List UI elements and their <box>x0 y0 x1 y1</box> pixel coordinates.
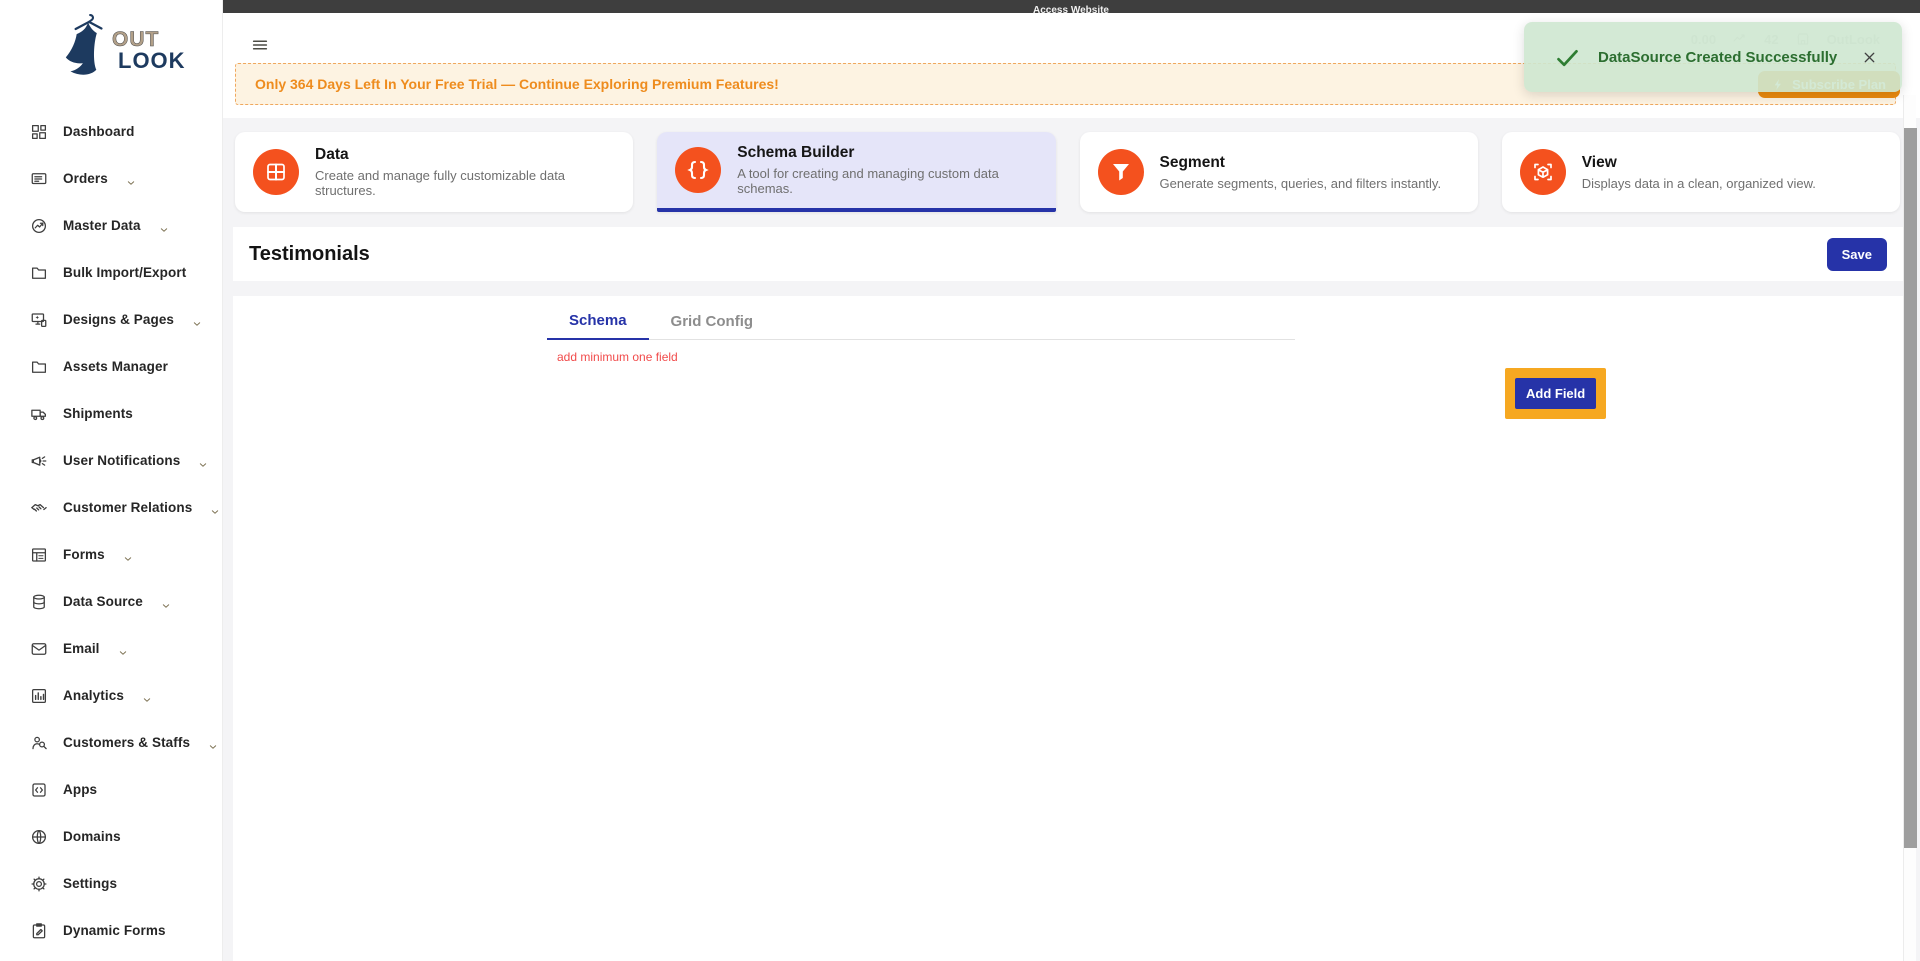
shipments-icon <box>30 405 48 423</box>
access-website-bar: Access Website <box>222 0 1920 13</box>
sidebar-item-apps[interactable]: Apps <box>0 766 222 813</box>
sidebar-item-customers-staffs[interactable]: Customers & Staffs <box>0 719 222 766</box>
tab-bar: Schema Grid Config <box>547 304 1295 340</box>
dynamic-forms-icon <box>30 922 48 940</box>
sidebar-item-data-source[interactable]: Data Source <box>0 578 222 625</box>
settings-icon <box>30 875 48 893</box>
feature-card-segment[interactable]: Segment Generate segments, queries, and … <box>1080 132 1478 212</box>
sidebar-item-dashboard[interactable]: Dashboard <box>0 108 222 155</box>
customer-relations-icon <box>30 499 48 517</box>
sidebar-item-bulk-import-export[interactable]: Bulk Import/Export <box>0 249 222 296</box>
folder-icon <box>30 264 48 282</box>
dashboard-icon <box>30 123 48 141</box>
chevron-down-icon <box>192 316 202 326</box>
add-field-button[interactable]: Add Field <box>1515 378 1596 409</box>
analytics-icon <box>30 687 48 705</box>
scrollbar-track <box>1903 95 1916 961</box>
main-area: Access Website 0.00 42 OutLook Only 364 … <box>222 0 1920 961</box>
brand-logo[interactable]: OUT LOOK <box>0 0 222 108</box>
sidebar-item-dynamic-forms[interactable]: Dynamic Forms <box>0 907 222 954</box>
feature-card-data[interactable]: Data Create and manage fully customizabl… <box>235 132 633 212</box>
user-notifications-icon <box>30 452 48 470</box>
feature-card-view[interactable]: View Displays data in a clean, organized… <box>1502 132 1900 212</box>
chevron-down-icon <box>210 504 220 514</box>
close-icon[interactable] <box>1861 49 1878 66</box>
menu-toggle-button[interactable] <box>251 36 269 54</box>
validation-message: add minimum one field <box>557 350 678 364</box>
sidebar-item-customer-relations[interactable]: Customer Relations <box>0 484 222 531</box>
sidebar-nav: Dashboard Orders Master Data <box>0 108 222 954</box>
chevron-down-icon <box>126 175 136 185</box>
scrollbar-thumb[interactable] <box>1904 128 1917 848</box>
toast-success: DataSource Created Successfully <box>1524 22 1902 92</box>
designs-pages-icon <box>30 311 48 329</box>
cube-scan-icon <box>1531 160 1555 184</box>
data-source-icon <box>30 593 48 611</box>
chevron-down-icon <box>123 551 133 561</box>
dress-hanger-icon <box>56 8 118 82</box>
chevron-down-icon <box>161 598 171 608</box>
sidebar-item-orders[interactable]: Orders <box>0 155 222 202</box>
app-root: OUT LOOK Dashboard Orders Ma <box>0 0 1920 961</box>
sidebar-item-forms[interactable]: Forms <box>0 531 222 578</box>
folder-icon <box>30 358 48 376</box>
data-grid-icon <box>264 160 288 184</box>
sidebar-item-domains[interactable]: Domains <box>0 813 222 860</box>
sidebar: OUT LOOK Dashboard Orders Ma <box>0 0 222 961</box>
schema-panel: Schema Grid Config add minimum one field… <box>233 296 1911 961</box>
funnel-icon <box>1109 160 1133 184</box>
chevron-down-icon <box>118 645 128 655</box>
feature-card-schema-builder[interactable]: Schema Builder A tool for creating and m… <box>657 132 1055 212</box>
toast-message: DataSource Created Successfully <box>1598 49 1861 66</box>
forms-icon <box>30 546 48 564</box>
sidebar-item-master-data[interactable]: Master Data <box>0 202 222 249</box>
customers-staffs-icon <box>30 734 48 752</box>
logo-text-look: LOOK <box>118 48 186 74</box>
orders-icon <box>30 170 48 188</box>
sidebar-item-designs-pages[interactable]: Designs & Pages <box>0 296 222 343</box>
curly-braces-icon <box>686 158 710 182</box>
chevron-down-icon <box>142 692 152 702</box>
tab-schema[interactable]: Schema <box>547 304 649 340</box>
master-data-icon <box>30 217 48 235</box>
sidebar-item-user-notifications[interactable]: User Notifications <box>0 437 222 484</box>
sidebar-item-email[interactable]: Email <box>0 625 222 672</box>
chevron-down-icon <box>208 739 218 749</box>
add-field-focus-ring: Add Field <box>1505 368 1606 419</box>
trial-banner-text: Only 364 Days Left In Your Free Trial — … <box>236 76 779 92</box>
feature-cards-row: Data Create and manage fully customizabl… <box>235 132 1900 212</box>
tab-grid-config[interactable]: Grid Config <box>649 304 776 340</box>
apps-icon <box>30 781 48 799</box>
save-button[interactable]: Save <box>1827 238 1887 271</box>
check-icon <box>1554 44 1581 71</box>
page-title: Testimonials <box>249 243 370 266</box>
chevron-down-icon <box>198 457 208 467</box>
sidebar-item-settings[interactable]: Settings <box>0 860 222 907</box>
page-title-bar: Testimonials Save <box>233 227 1911 281</box>
sidebar-item-analytics[interactable]: Analytics <box>0 672 222 719</box>
sidebar-item-shipments[interactable]: Shipments <box>0 390 222 437</box>
domains-icon <box>30 828 48 846</box>
sidebar-item-assets-manager[interactable]: Assets Manager <box>0 343 222 390</box>
chevron-down-icon <box>159 222 169 232</box>
email-icon <box>30 640 48 658</box>
